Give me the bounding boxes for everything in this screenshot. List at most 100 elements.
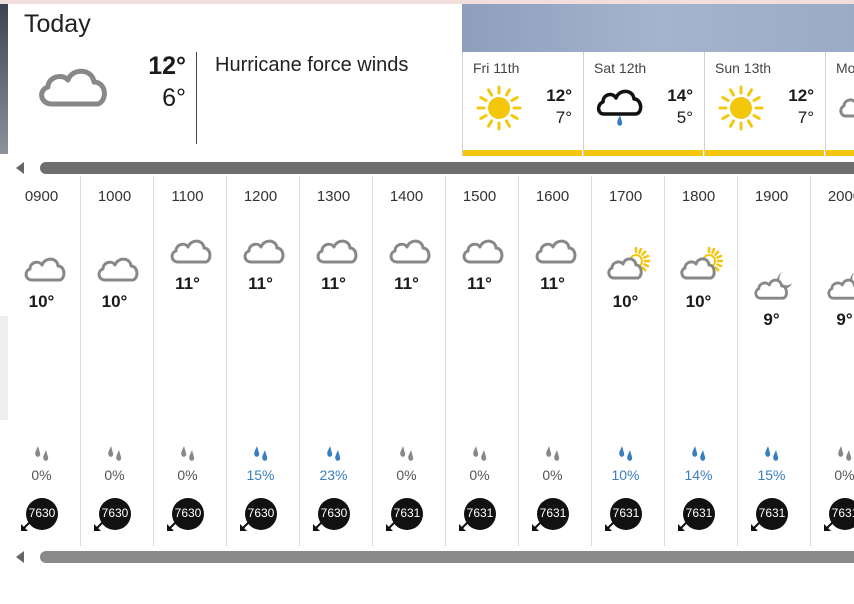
cloud-icon xyxy=(243,239,285,264)
raindrop-icon xyxy=(108,446,122,461)
wind-direction-arrow-icon xyxy=(532,519,544,531)
precip-chance: 0% xyxy=(177,467,198,483)
hour-time: 1200 xyxy=(243,188,278,205)
hour-temp: 10° xyxy=(28,292,55,311)
hour-time: 0900 xyxy=(24,188,59,205)
wind-direction-arrow-icon xyxy=(605,519,617,531)
scroll-left-arrow-icon[interactable] xyxy=(16,551,24,563)
day-card[interactable]: Fri 11th 12° 7° xyxy=(462,52,582,156)
hour-temp: 11° xyxy=(321,274,346,293)
hour-temp: 10° xyxy=(101,292,128,311)
day-card[interactable]: Sun 13th 12° 7° xyxy=(704,52,824,156)
hour-column[interactable]: 1300 11° 23% 7630 xyxy=(300,176,373,546)
left-grey-block xyxy=(0,316,8,420)
raindrop-icon xyxy=(619,446,633,461)
day-sun-bar xyxy=(705,150,824,156)
partly-cloudy-night-icon xyxy=(754,271,792,300)
precip-chance: 0% xyxy=(469,467,490,483)
day-card[interactable]: Sat 12th 14° 5° xyxy=(583,52,703,156)
wind-direction-arrow-icon xyxy=(94,519,106,531)
day-max-temp: 14° xyxy=(667,86,693,105)
raindrop-icon xyxy=(181,446,195,461)
hour-temp: 9° xyxy=(763,310,780,329)
cloud-icon xyxy=(316,239,358,264)
wind-direction-arrow-icon xyxy=(21,519,33,531)
sunny-intervals-icon xyxy=(680,246,723,280)
hour-time: 1400 xyxy=(389,188,424,205)
hour-column[interactable]: 1500 11° 0% 7631 xyxy=(446,176,519,546)
hour-column[interactable]: 20009°0%7631 xyxy=(811,176,854,546)
day-name: Fri 11th xyxy=(473,60,520,76)
left-background-edge xyxy=(0,4,8,154)
hour-temp: 11° xyxy=(175,274,200,293)
scroll-left-arrow-icon[interactable] xyxy=(16,162,24,174)
wind-direction-arrow-icon xyxy=(240,519,252,531)
days-scrollbar[interactable] xyxy=(30,161,854,175)
raindrop-icon xyxy=(35,446,49,461)
raindrop-icon xyxy=(473,446,487,461)
hour-time: 2000 xyxy=(827,188,854,205)
sunny-intervals-icon xyxy=(607,246,650,280)
hour-time: 1000 xyxy=(97,188,132,205)
hour-temp: 10° xyxy=(612,292,639,311)
cloud-icon xyxy=(97,257,139,282)
today-title: Today xyxy=(24,10,91,38)
hour-column[interactable]: 1100 11° 0% 7630 xyxy=(154,176,227,546)
day-max-temp: 12° xyxy=(546,86,572,105)
hourly-scrollbar-thumb[interactable] xyxy=(40,551,854,563)
wind-direction-arrow-icon xyxy=(678,519,690,531)
sun-icon xyxy=(476,85,522,131)
precip-chance: 0% xyxy=(542,467,563,483)
day-card[interactable]: Mo xyxy=(825,52,854,156)
hour-column[interactable]: 1600 11° 0% 7631 xyxy=(519,176,592,546)
hour-time: 1500 xyxy=(462,188,497,205)
day-name: Sun 13th xyxy=(715,60,772,76)
wind-direction-arrow-icon xyxy=(313,519,325,531)
raindrop-icon xyxy=(692,446,706,461)
wind-direction-arrow-icon xyxy=(386,519,398,531)
hourly-forecast: 0900 10° 0% 7630 1000 10° 0% 7630 1100 11° 0% 7630 1… xyxy=(8,176,854,546)
hour-column[interactable]: 1400 11° 0% 7631 xyxy=(373,176,446,546)
today-panel[interactable]: Today 12° 6° Hurricane force winds xyxy=(8,4,462,156)
partly-cloudy-night-icon xyxy=(827,273,854,300)
raindrop-icon xyxy=(765,446,779,461)
hour-column[interactable]: 0900 10° 0% 7630 xyxy=(8,176,81,546)
cloud-icon xyxy=(535,239,577,264)
hour-time: 1100 xyxy=(171,188,204,205)
precip-chance: 0% xyxy=(31,467,52,483)
precip-chance: 10% xyxy=(611,467,640,483)
days-scrollbar-thumb[interactable] xyxy=(40,162,854,174)
hour-time: 1800 xyxy=(681,188,716,205)
day-sun-bar xyxy=(826,150,854,156)
day-min-temp: 7° xyxy=(797,108,814,127)
cloud-icon xyxy=(389,239,431,264)
day-sun-bar xyxy=(584,150,703,156)
raindrop-icon xyxy=(254,446,268,461)
precip-chance: 0% xyxy=(834,467,854,483)
precip-chance: 15% xyxy=(246,467,275,483)
today-min-temp: 6° xyxy=(162,84,186,112)
hour-column[interactable]: 1700 10° 10% 7631 xyxy=(592,176,665,546)
hour-time: 1600 xyxy=(535,188,570,205)
hour-column[interactable]: 1800 10° 14% 7631 xyxy=(665,176,738,546)
hour-time: 1300 xyxy=(316,188,351,205)
day-max-temp: 12° xyxy=(788,86,814,105)
day-min-temp: 5° xyxy=(676,108,693,127)
days-header-background xyxy=(462,4,854,52)
sunny-intervals-icon xyxy=(839,98,854,118)
precip-chance: 14% xyxy=(684,467,713,483)
hour-temp: 11° xyxy=(248,274,273,293)
raindrop-icon xyxy=(327,446,341,461)
hour-column[interactable]: 1000 10° 0% 7630 xyxy=(81,176,154,546)
cloud-icon xyxy=(39,68,107,107)
today-max-temp: 12° xyxy=(148,52,186,80)
hour-time: 1700 xyxy=(608,188,643,205)
hour-time: 1900 xyxy=(754,188,789,205)
wind-direction-arrow-icon xyxy=(459,519,471,531)
cloud-icon xyxy=(170,239,212,264)
hour-column[interactable]: 1200 11° 15% 7630 xyxy=(227,176,300,546)
raindrop-icon xyxy=(838,446,852,461)
day-min-temp: 7° xyxy=(555,108,572,127)
hourly-scrollbar[interactable] xyxy=(30,550,854,564)
hour-column[interactable]: 1900 9° 15% 7631 xyxy=(738,176,811,546)
